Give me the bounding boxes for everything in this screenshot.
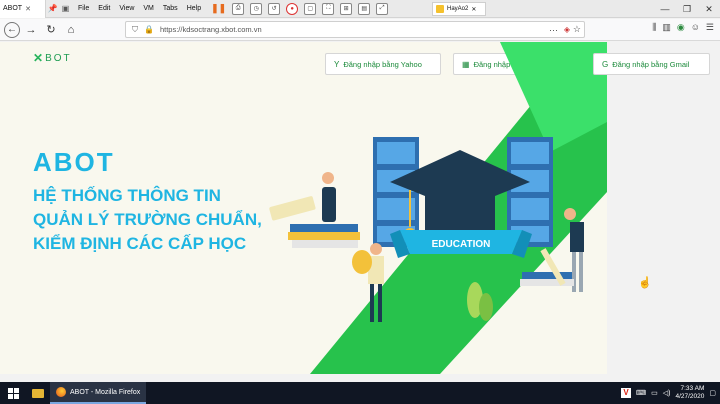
record-icon[interactable]: ● <box>286 2 299 15</box>
pin-icon[interactable]: 📌 <box>46 2 59 15</box>
tab-hayao2[interactable]: HayAo2 ✕ <box>432 2 486 16</box>
google-icon: G <box>602 59 609 69</box>
pause-icon[interactable]: ❚❚ <box>211 3 226 14</box>
hero-subtitle-line-3: KIỂM ĐỊNH CÁC CẤP HỌC <box>33 234 247 253</box>
reload-icon[interactable]: ↻ <box>42 21 60 39</box>
window-controls: — ❐ ✕ <box>654 0 720 18</box>
page-actions-icon[interactable]: ··· <box>549 25 558 35</box>
notifications-icon[interactable]: ▢ <box>709 389 716 397</box>
education-ribbon: EDUCATION <box>390 230 532 258</box>
firefox-icon <box>56 387 66 397</box>
minimize-icon[interactable]: — <box>654 4 676 14</box>
pocket-icon[interactable]: ◈ <box>564 25 570 34</box>
windows-logo-icon <box>7 387 19 399</box>
second-tab-title: HayAo2 <box>447 6 469 12</box>
tracking-shield-icon[interactable]: ⛉ <box>132 25 138 35</box>
snapshot-icon[interactable]: ◷ <box>250 2 263 15</box>
education-banner-text: EDUCATION <box>432 239 491 250</box>
close-tab-icon[interactable]: ✕ <box>25 5 31 13</box>
account-icon[interactable]: ☺ <box>691 22 700 33</box>
page-content: ✕ BOT Y Đăng nhập bằng Yahoo ▦ Đăng nhập… <box>0 42 607 374</box>
vietkey-icon[interactable]: V <box>621 388 631 398</box>
menu-help[interactable]: Help <box>187 5 201 12</box>
library-icon[interactable]: ⫼ <box>652 22 656 33</box>
tab-title: ABOT <box>3 5 23 12</box>
view-icon[interactable]: ▢ <box>304 2 317 15</box>
taskbar-firefox-button[interactable]: ABOT - Mozilla Firefox <box>50 382 146 404</box>
menu-hamburger-icon[interactable]: ☰ <box>706 22 714 33</box>
forward-icon[interactable]: → <box>22 21 40 39</box>
unity-icon[interactable]: ⊞ <box>340 2 353 15</box>
console-icon[interactable]: ▤ <box>358 2 371 15</box>
menu-vm[interactable]: VM <box>143 5 154 12</box>
sidebar-icon[interactable]: ▥ <box>662 22 671 33</box>
file-explorer-icon[interactable] <box>26 382 50 404</box>
hero-subtitle-line-1: HỆ THỐNG THÔNG TIN <box>33 186 221 205</box>
windows-taskbar: ABOT - Mozilla Firefox V ⌨ ▭ ◁) 7:33 AM … <box>0 382 720 404</box>
right-blank-area <box>607 42 720 374</box>
menu-edit[interactable]: Edit <box>98 5 110 12</box>
address-bar[interactable]: ⛉ 🔒 https://kdsoctrang.xbot.com.vn ··· ◈… <box>125 21 585 38</box>
menu-file[interactable]: File <box>78 5 89 12</box>
hand-cursor-icon: ☝ <box>638 277 652 289</box>
url-text[interactable]: https://kdsoctrang.xbot.com.vn <box>160 25 262 34</box>
system-tray: V ⌨ ▭ ◁) 7:33 AM 4/27/2020 ▢ <box>621 382 716 404</box>
browser-tab-strip: ABOT ✕ 📌 ▣ File Edit View VM Tabs Help ❚… <box>0 0 720 18</box>
education-illustration: EDUCATION <box>269 42 607 374</box>
close-second-tab-icon[interactable]: ✕ <box>471 6 476 13</box>
close-window-icon[interactable]: ✕ <box>698 4 720 15</box>
site-logo[interactable]: ✕ BOT <box>33 51 72 65</box>
clock-time: 7:33 AM <box>680 385 705 392</box>
menu-bar: File Edit View VM Tabs Help <box>78 5 201 12</box>
keyboard-icon[interactable]: ⌨ <box>636 389 646 397</box>
hayao-icon <box>436 5 444 13</box>
menu-tabs[interactable]: Tabs <box>163 5 178 12</box>
toolbar-right: ⫼ ▥ ◉ ☺ ☰ <box>652 22 714 33</box>
fullscreen-icon[interactable]: ⛶ <box>322 2 335 15</box>
maximize-icon[interactable]: ❐ <box>676 4 698 15</box>
tab-abot[interactable]: ABOT ✕ <box>0 0 46 18</box>
printer-icon[interactable]: ⎙ <box>232 2 245 15</box>
hero-title: ABOT <box>33 147 115 177</box>
home-icon[interactable]: ⌂ <box>62 21 80 39</box>
login-gmail-button[interactable]: G Đăng nhập bằng Gmail <box>593 53 710 75</box>
revert-icon[interactable]: ↺ <box>268 2 281 15</box>
logo-text: BOT <box>45 52 72 64</box>
taskbar-app-label: ABOT - Mozilla Firefox <box>70 388 141 396</box>
extension-icon[interactable]: ◉ <box>677 22 685 33</box>
start-button[interactable] <box>0 382 26 404</box>
bottom-strip <box>0 374 720 382</box>
network-icon[interactable]: ▭ <box>651 389 658 397</box>
bookmark-star-icon[interactable]: ☆ <box>573 24 581 35</box>
login-gmail-label: Đăng nhập bằng Gmail <box>612 59 690 69</box>
student-left <box>269 172 360 248</box>
lock-icon[interactable]: 🔒 <box>144 25 154 34</box>
clock[interactable]: 7:33 AM 4/27/2020 <box>675 385 704 401</box>
menu-view[interactable]: View <box>119 5 134 12</box>
hero-subtitle: HỆ THỐNG THÔNG TIN QUẢN LÝ TRƯỜNG CHUẨN,… <box>33 184 262 256</box>
navigation-bar: ← → ↻ ⌂ ⛉ 🔒 https://kdsoctrang.xbot.com.… <box>0 19 720 41</box>
logo-x-mark: ✕ <box>33 51 44 65</box>
clock-date: 4/27/2020 <box>675 393 705 400</box>
stretch-icon[interactable]: ⤢ <box>376 2 389 15</box>
volume-icon[interactable]: ◁) <box>663 389 671 397</box>
windows-icon[interactable]: ▣ <box>59 2 72 15</box>
back-icon[interactable]: ← <box>4 21 20 38</box>
hero-subtitle-line-2: QUẢN LÝ TRƯỜNG CHUẨN, <box>33 210 262 229</box>
